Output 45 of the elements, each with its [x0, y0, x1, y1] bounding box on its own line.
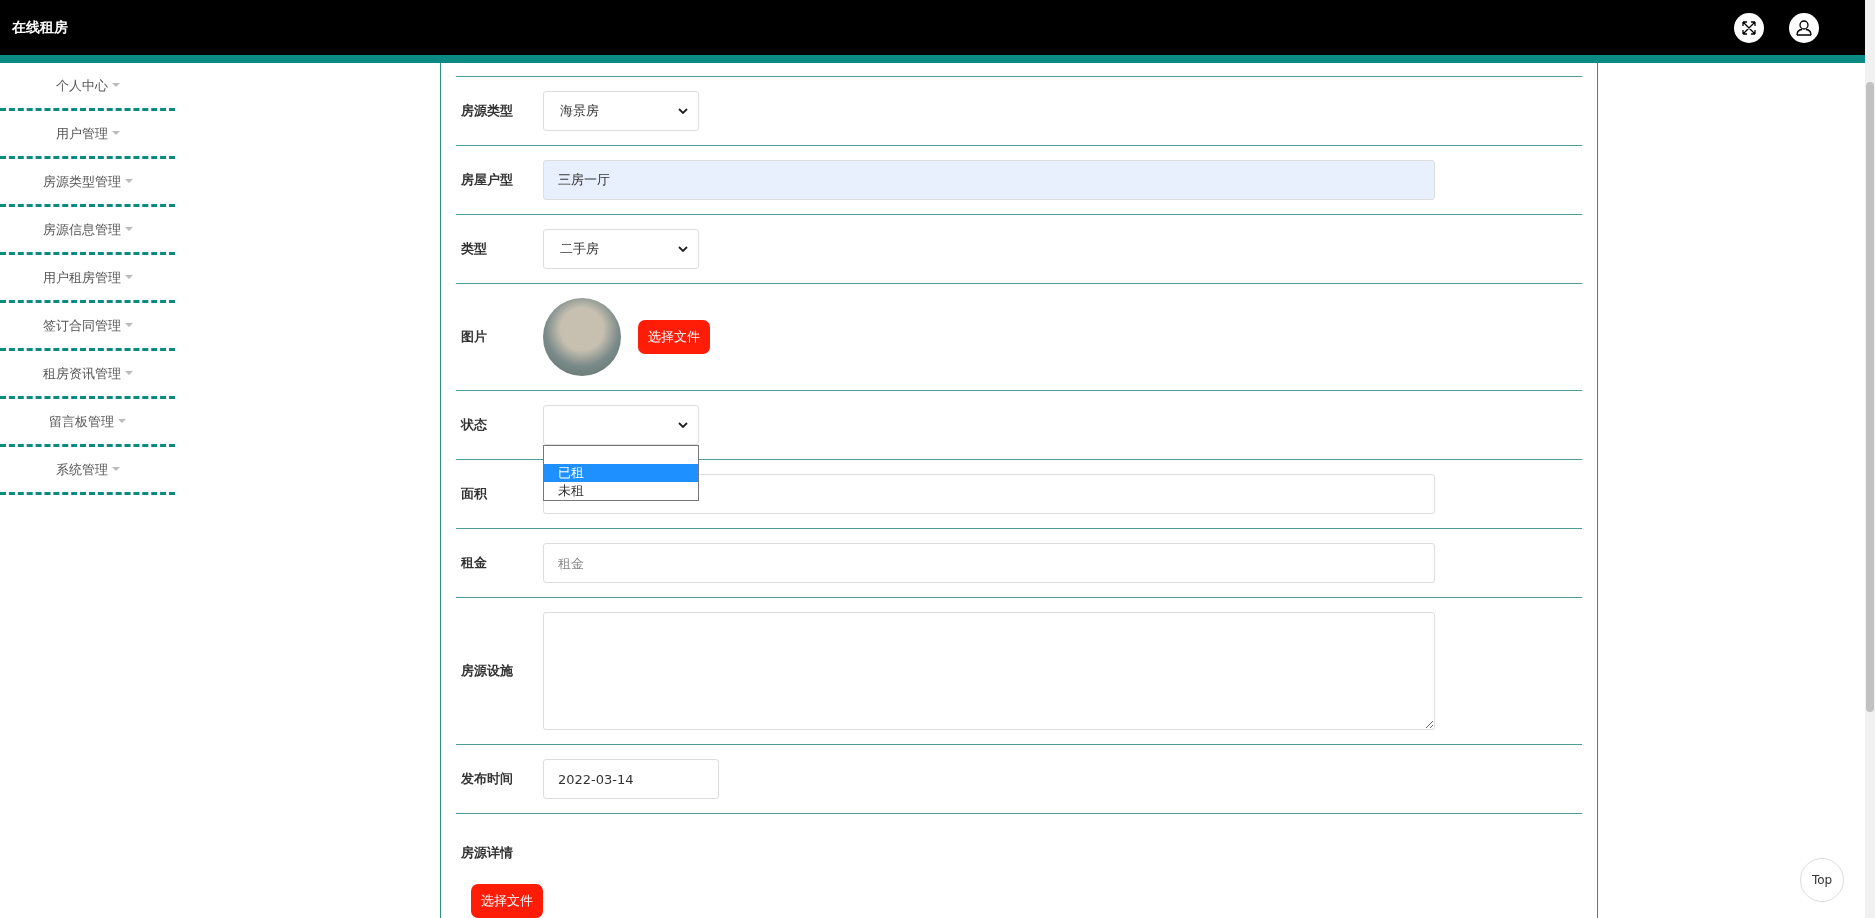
caret-icon	[111, 83, 120, 88]
chevron-icon	[678, 108, 688, 114]
caret-icon	[124, 323, 133, 328]
field-label: 发布时间	[460, 770, 514, 788]
sidebar-item[interactable]: 租房资讯管理	[42, 364, 133, 383]
text-field[interactable]: 三房一厅	[543, 160, 1435, 200]
select-field[interactable]: 海景房	[543, 91, 699, 131]
field-label: 房源设施	[460, 662, 514, 680]
sidebar-item[interactable]: 留言板管理	[49, 412, 126, 431]
caret-icon	[118, 419, 126, 424]
sidebar-item[interactable]: 系统管理	[55, 460, 120, 479]
user-icon[interactable]	[1789, 12, 1819, 43]
choose-file-button[interactable]: 选择文件	[638, 320, 710, 354]
back-to-top-button[interactable]: Top	[1800, 858, 1844, 902]
sidebar-item[interactable]: 签订合同管理	[42, 316, 133, 335]
choose-file-button[interactable]: 选择文件	[471, 884, 543, 918]
sidebar-item[interactable]: 用户管理	[55, 124, 120, 143]
field-label: 租金	[460, 554, 488, 572]
caret-icon	[124, 227, 133, 232]
caret-icon	[124, 275, 133, 280]
fullscreen-icon[interactable]	[1734, 12, 1764, 43]
caret-icon	[124, 179, 133, 184]
field-label: 房屋户型	[460, 171, 514, 189]
sidebar-item[interactable]: 个人中心	[55, 76, 120, 95]
sidebar-item[interactable]: 房源信息管理	[42, 220, 133, 239]
caret-icon	[111, 131, 120, 136]
field-label: 房源详情	[460, 844, 514, 862]
date-field[interactable]: 2022-03-14	[543, 759, 719, 799]
sidebar-item[interactable]: 用户租房管理	[42, 268, 133, 287]
sidebar-item[interactable]: 房源类型管理	[42, 172, 133, 191]
select-field[interactable]	[543, 405, 699, 445]
field-label: 面积	[460, 485, 488, 503]
app-title: 在线租房	[12, 18, 68, 37]
caret-icon	[124, 371, 133, 376]
caret-icon	[111, 467, 120, 472]
text-field[interactable]: 租金	[543, 543, 1435, 583]
chevron-icon	[678, 246, 688, 252]
select-field[interactable]: 二手房	[543, 229, 699, 269]
field-label: 房源类型	[460, 102, 514, 120]
scrollbar[interactable]	[1865, 0, 1875, 918]
chevron-icon	[678, 422, 688, 428]
field-label: 类型	[460, 240, 488, 258]
field-label: 图片	[460, 328, 488, 346]
dropdown-option[interactable]: 未租	[544, 482, 698, 500]
field-label: 状态	[459, 416, 488, 434]
